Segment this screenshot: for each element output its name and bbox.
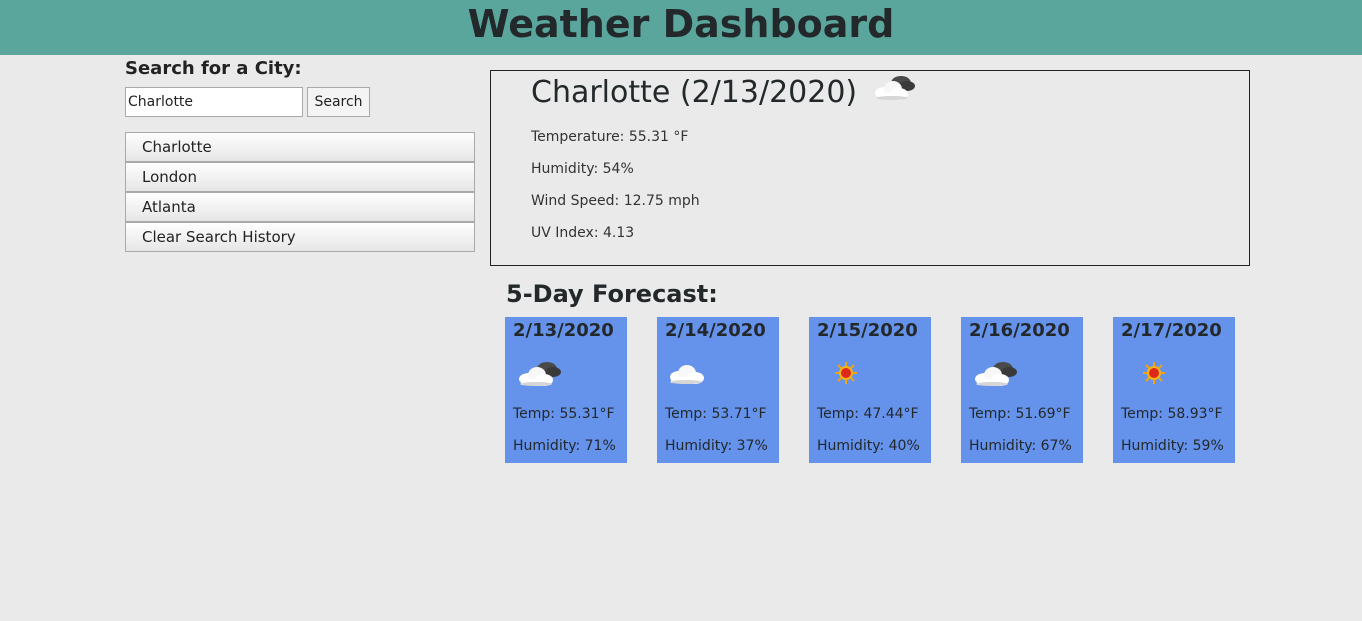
partly-cloudy-icon: [969, 353, 1019, 393]
sun-icon: [817, 353, 867, 393]
city-search-input[interactable]: [125, 87, 303, 117]
current-weather-panel: Charlotte (2/13/2020) Temperature: 55.31…: [490, 70, 1250, 266]
forecast-card: 2/15/2020 Temp: 47.44°F Humidity: 40%: [809, 317, 931, 463]
forecast-date: 2/17/2020: [1121, 320, 1222, 341]
forecast-humidity: Humidity: 71%: [513, 438, 616, 454]
forecast-humidity: Humidity: 37%: [665, 438, 768, 454]
history-item-charlotte[interactable]: Charlotte: [125, 132, 475, 162]
current-wind-speed: Wind Speed: 12.75 mph: [531, 193, 700, 209]
forecast-temp: Temp: 58.93°F: [1121, 406, 1223, 422]
partly-cloudy-icon: [513, 353, 563, 393]
page-header: Weather Dashboard: [0, 0, 1362, 55]
forecast-date: 2/14/2020: [665, 320, 766, 341]
forecast-temp: Temp: 51.69°F: [969, 406, 1071, 422]
history-item-london[interactable]: London: [125, 162, 475, 192]
page-title: Weather Dashboard: [467, 2, 895, 46]
forecast-card: 2/14/2020 Temp: 53.71°F Humidity: 37%: [657, 317, 779, 463]
current-humidity: Humidity: 54%: [531, 161, 634, 177]
forecast-temp: Temp: 53.71°F: [665, 406, 767, 422]
forecast-temp: Temp: 47.44°F: [817, 406, 919, 422]
forecast-humidity: Humidity: 67%: [969, 438, 1072, 454]
search-history-list: Charlotte London Atlanta Clear Search Hi…: [125, 132, 475, 252]
current-city-title: Charlotte (2/13/2020): [531, 73, 917, 114]
cloud-icon: [665, 353, 715, 393]
forecast-title: 5-Day Forecast:: [506, 280, 718, 308]
search-panel: Search for a City: Search Charlotte Lond…: [125, 56, 475, 252]
forecast-humidity: Humidity: 40%: [817, 438, 920, 454]
forecast-date: 2/16/2020: [969, 320, 1070, 341]
clear-history-button[interactable]: Clear Search History: [125, 222, 475, 252]
current-temperature: Temperature: 55.31 °F: [531, 129, 689, 145]
current-uv-index: UV Index: 4.13: [531, 225, 635, 241]
sun-icon: [1121, 353, 1171, 393]
forecast-card: 2/17/2020 Temp: 58.93°F Humidity: 59%: [1113, 317, 1235, 463]
search-label: Search for a City:: [125, 58, 302, 79]
forecast-date: 2/13/2020: [513, 320, 614, 341]
current-city-date: Charlotte (2/13/2020): [531, 75, 858, 110]
forecast-temp: Temp: 55.31°F: [513, 406, 615, 422]
history-item-atlanta[interactable]: Atlanta: [125, 192, 475, 222]
search-button[interactable]: Search: [307, 87, 370, 117]
forecast-card: 2/13/2020 Temp: 55.31°F Humidity: 71%: [505, 317, 627, 463]
forecast-date: 2/15/2020: [817, 320, 918, 341]
forecast-humidity: Humidity: 59%: [1121, 438, 1224, 454]
forecast-card: 2/16/2020 Temp: 51.69°F Humidity: 67%: [961, 317, 1083, 463]
partly-cloudy-icon: [871, 73, 917, 114]
